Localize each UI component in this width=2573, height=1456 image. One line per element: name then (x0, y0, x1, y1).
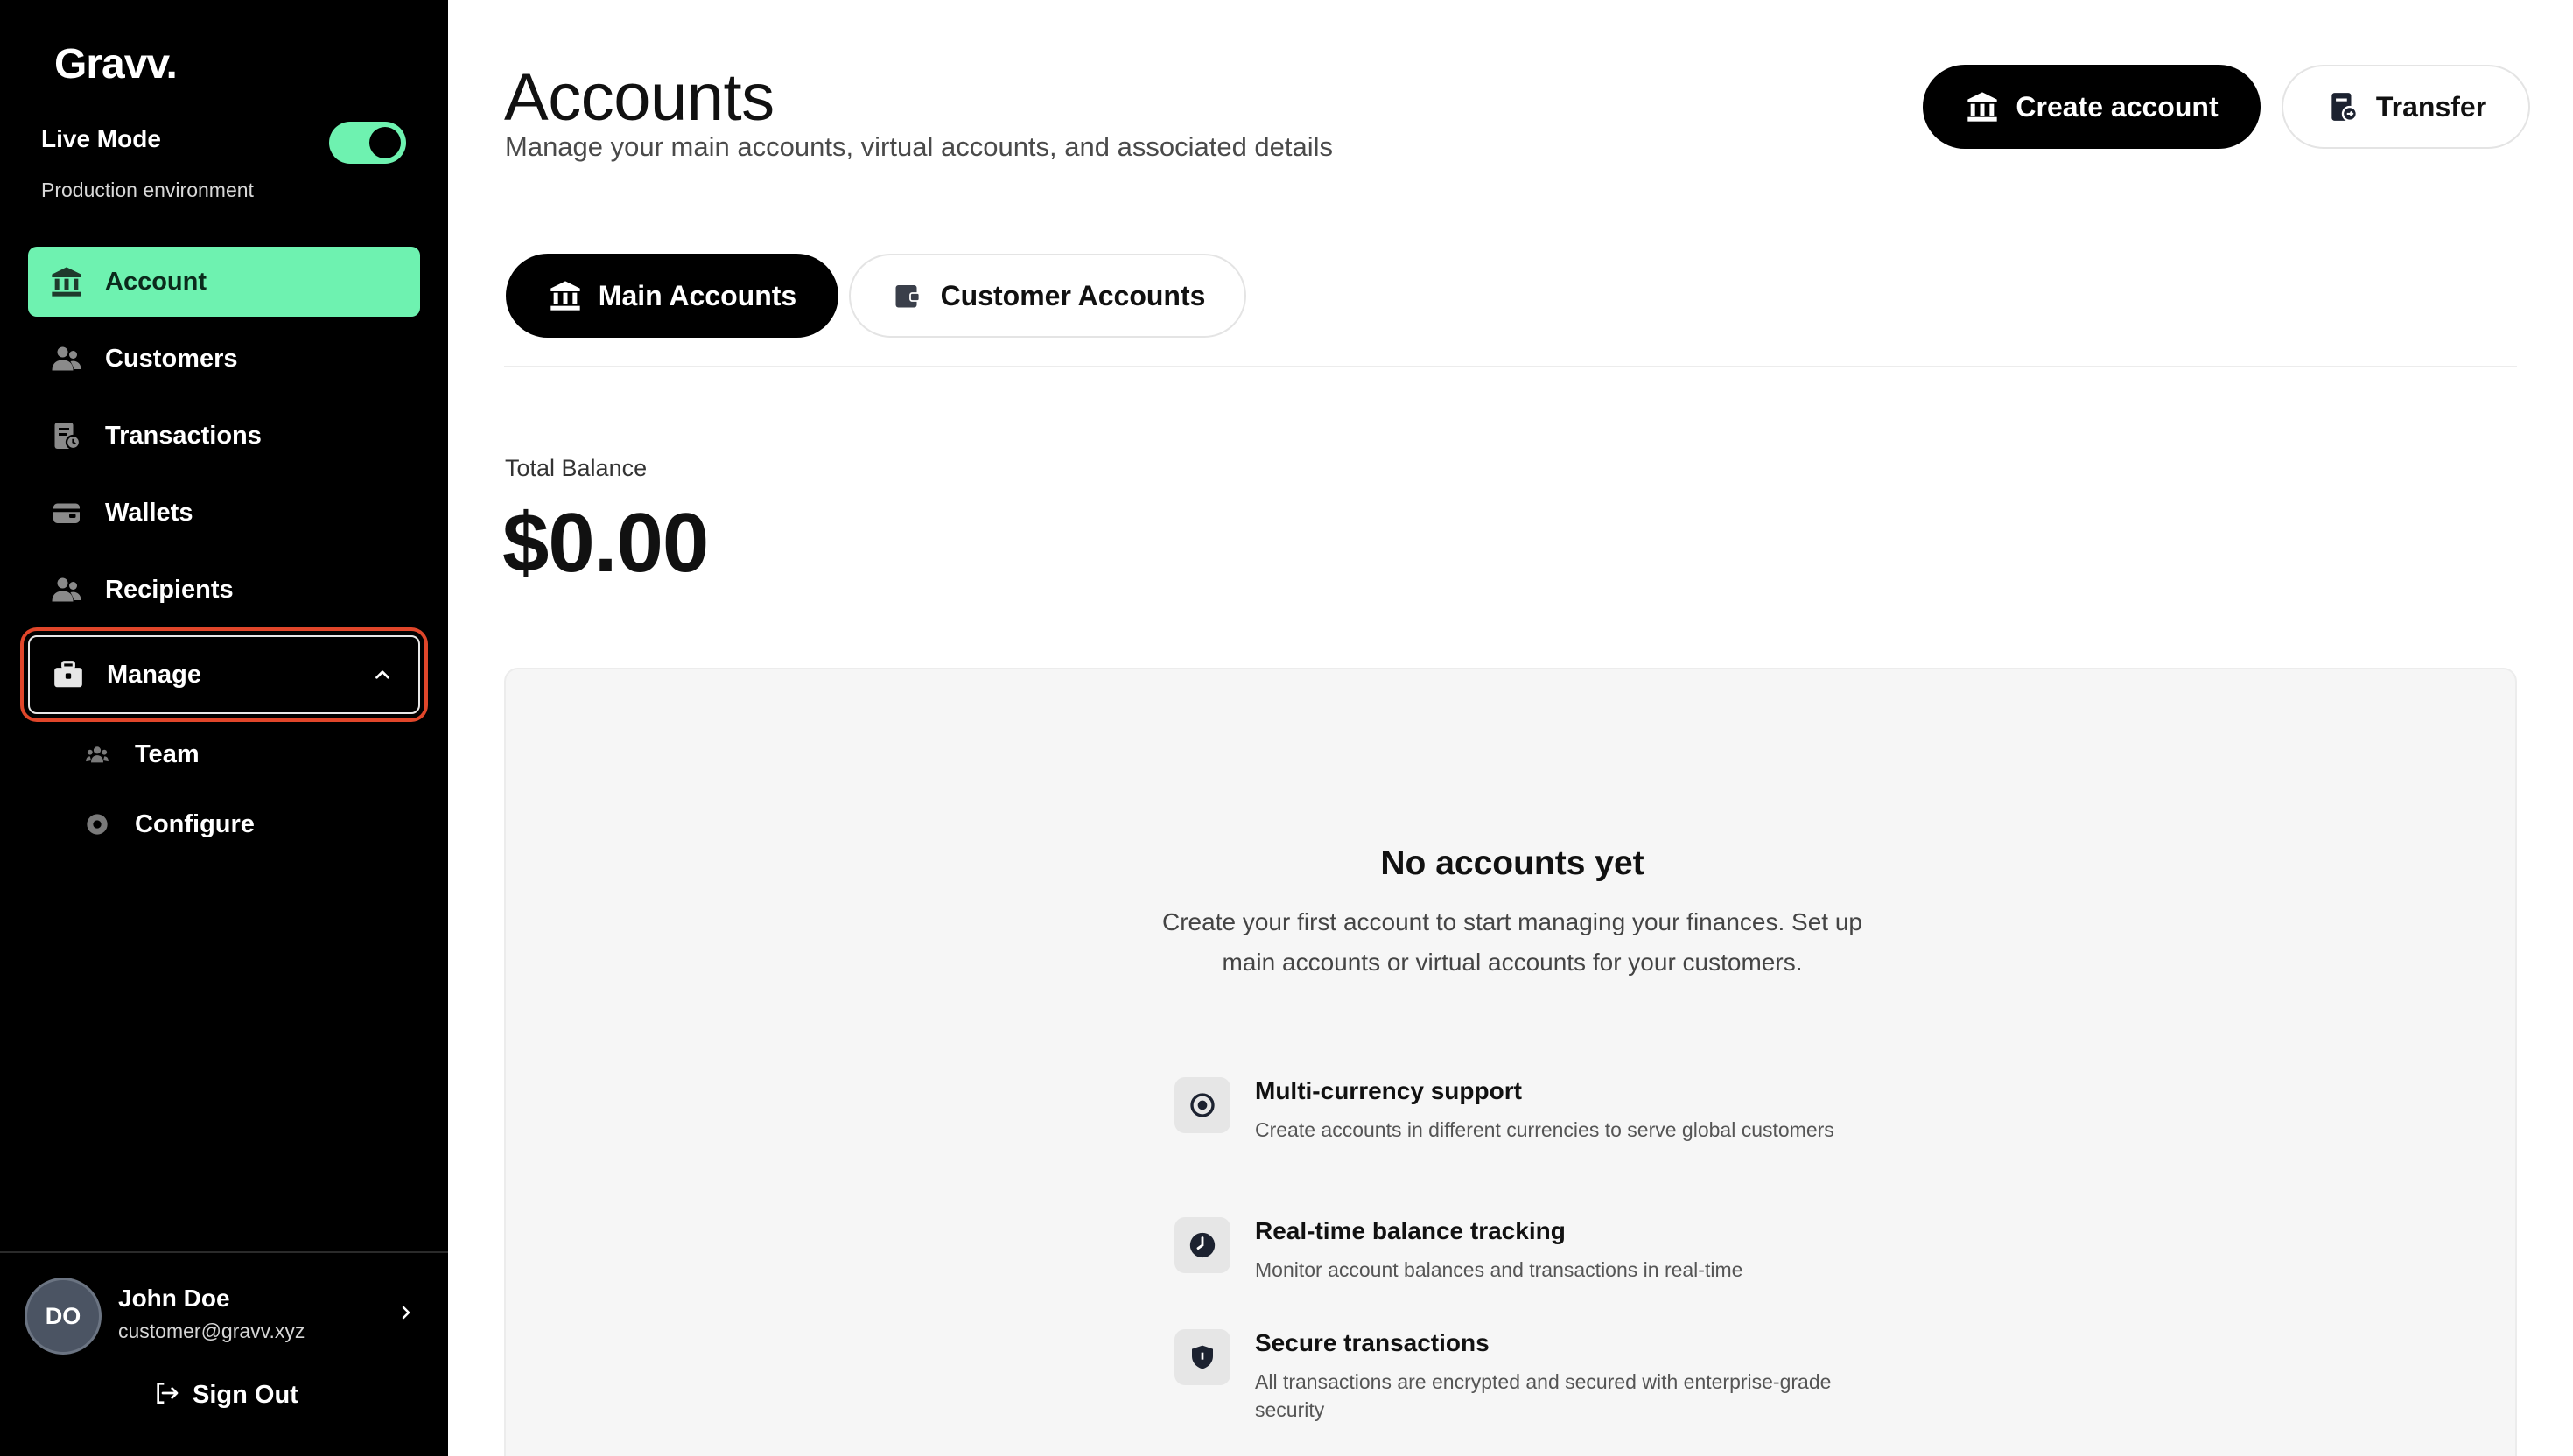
feature-description: All transactions are encrypted and secur… (1255, 1370, 1832, 1421)
sidebar-item-recipients[interactable]: Recipients (28, 555, 420, 625)
empty-state-card: No accounts yet Create your first accoun… (504, 668, 2517, 1456)
bank-icon (49, 264, 84, 299)
clock-icon (1174, 1217, 1230, 1273)
bank-icon (1965, 89, 2000, 124)
feature-description: Monitor account balances and transaction… (1255, 1258, 1743, 1281)
receipt-clock-icon (49, 418, 84, 453)
toggle-knob (369, 127, 401, 158)
user-email: customer@gravv.xyz (118, 1320, 305, 1342)
total-balance-value: $0.00 (502, 496, 709, 590)
wallet-icon (890, 278, 925, 313)
sidebar-subitem-team[interactable]: Team (84, 728, 200, 780)
bank-icon (548, 278, 583, 313)
gravv-logo[interactable]: Gravv. (54, 40, 178, 88)
sidebar-subitem-configure[interactable]: Configure (84, 798, 255, 850)
sidebar-item-account[interactable]: Account (28, 247, 420, 317)
transfer-icon (2325, 89, 2360, 124)
empty-state-description: Create your first account to start manag… (1162, 908, 1862, 976)
users-icon (49, 341, 84, 376)
sidebar-item-customers[interactable]: Customers (28, 324, 420, 394)
chevron-right-icon[interactable] (396, 1302, 417, 1327)
transfer-button[interactable]: Transfer (2282, 65, 2530, 149)
live-mode-label: Live Mode (41, 125, 161, 152)
sidebar-divider (0, 1251, 448, 1253)
transfer-label: Transfer (2375, 90, 2487, 122)
sidebar-item-manage[interactable]: Manage (28, 635, 420, 714)
sidebar-item-label: Customers (105, 344, 238, 373)
feature-title: Secure transactions (1255, 1329, 1490, 1356)
create-account-label: Create account (2016, 90, 2219, 122)
tab-label: Customer Accounts (940, 279, 1206, 312)
users-icon (49, 572, 84, 607)
wallet-icon (49, 495, 84, 530)
user-name: John Doe (118, 1284, 230, 1312)
sidebar: Gravv. Live Mode Production environment … (0, 0, 448, 1456)
sign-out-icon (152, 1379, 180, 1411)
environment-label: Production environment (41, 178, 254, 201)
page-title: Accounts (504, 60, 775, 135)
live-mode-toggle[interactable] (329, 122, 406, 164)
shield-icon (1174, 1329, 1230, 1385)
tab-main-accounts[interactable]: Main Accounts (506, 254, 838, 338)
create-account-button[interactable]: Create account (1923, 65, 2261, 149)
feature-title: Real-time balance tracking (1255, 1217, 1566, 1244)
tab-label: Main Accounts (598, 279, 797, 312)
sidebar-item-wallets[interactable]: Wallets (28, 478, 420, 548)
sidebar-item-label: Manage (107, 660, 201, 689)
settings-circle-icon (84, 811, 110, 837)
empty-state-title: No accounts yet (1380, 844, 1644, 882)
sidebar-item-label: Recipients (105, 575, 234, 604)
sidebar-item-label: Wallets (105, 498, 193, 527)
avatar[interactable]: DO (25, 1278, 102, 1354)
sidebar-subitem-label: Configure (135, 809, 255, 838)
tabs-divider (504, 366, 2517, 368)
sidebar-item-label: Account (105, 267, 207, 296)
feature-description: Create accounts in different currencies … (1255, 1118, 1834, 1141)
sidebar-item-transactions[interactable]: Transactions (28, 401, 420, 471)
sign-out-button[interactable]: Sign Out (152, 1376, 298, 1414)
briefcase-icon (51, 657, 86, 692)
page-subtitle: Manage your main accounts, virtual accou… (505, 131, 1334, 162)
team-icon (84, 741, 110, 767)
tab-customer-accounts[interactable]: Customer Accounts (849, 254, 1246, 338)
sign-out-label: Sign Out (193, 1380, 298, 1409)
total-balance-label: Total Balance (505, 455, 648, 481)
sidebar-subitem-label: Team (135, 739, 200, 768)
target-icon (1174, 1077, 1230, 1133)
feature-title: Multi-currency support (1255, 1077, 1522, 1104)
chevron-up-icon[interactable] (371, 663, 394, 690)
sidebar-item-label: Transactions (105, 421, 262, 450)
